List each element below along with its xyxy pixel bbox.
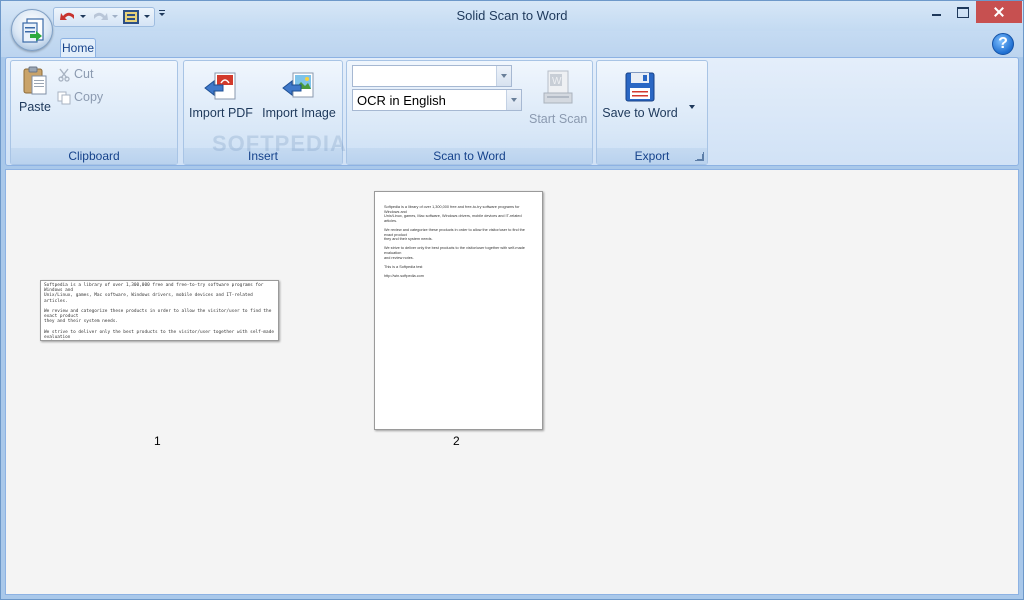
app-logo-icon [22, 18, 44, 43]
minimize-button[interactable] [923, 1, 949, 23]
scan-quick-dropdown-icon[interactable] [144, 15, 150, 18]
chevron-down-icon[interactable] [506, 90, 521, 110]
ribbon: Paste Cut Copy Clipboard Import PDF Impo… [5, 57, 1019, 166]
import-image-button[interactable]: Import Image [260, 71, 338, 120]
group-clipboard: Paste Cut Copy Clipboard [10, 60, 178, 165]
chevron-down-icon[interactable] [496, 66, 511, 86]
export-label-text: Export [634, 149, 670, 163]
paste-label: Paste [19, 100, 51, 114]
ribbon-tab-row: Home [1, 31, 1023, 58]
group-export: Save to Word Export [596, 60, 708, 165]
page-thumbnail-area[interactable]: Softpedia is a library of over 1,300,000… [5, 169, 1019, 595]
scan-quick-button[interactable] [122, 9, 140, 25]
undo-icon [60, 12, 74, 20]
page-2-text: Softpedia is a library of over 1,300,000… [384, 205, 525, 278]
page-number-2: 2 [453, 434, 460, 448]
import-image-label: Import Image [262, 106, 336, 120]
import-pdf-button[interactable]: Import PDF [188, 71, 254, 120]
page-thumbnail-1[interactable]: Softpedia is a library of over 1,300,000… [40, 280, 279, 341]
undo-button[interactable] [59, 9, 77, 25]
copy-button[interactable]: Copy [57, 90, 103, 105]
copy-label: Copy [74, 90, 104, 104]
import-pdf-icon [204, 72, 236, 100]
save-options-dropdown-icon[interactable] [689, 105, 695, 109]
copy-icon [57, 91, 71, 105]
redo-dropdown-icon[interactable] [112, 15, 118, 18]
ocr-language-value: OCR in English [357, 93, 446, 108]
scanner-select[interactable] [352, 65, 512, 87]
scissors-icon [58, 68, 70, 82]
paste-icon [23, 66, 47, 95]
import-image-icon [282, 72, 314, 98]
start-scan-button[interactable]: W Start Scan [529, 69, 587, 126]
floppy-disk-icon [625, 72, 655, 102]
help-icon: ? [998, 35, 1008, 52]
cut-button[interactable]: Cut [57, 67, 93, 82]
group-label-clipboard: Clipboard [11, 148, 177, 164]
redo-button[interactable] [91, 9, 109, 25]
start-scan-icon: W [543, 70, 573, 104]
customize-qat-icon[interactable] [158, 10, 166, 20]
save-to-word-label: Save to Word [602, 106, 678, 120]
page-1-text: Softpedia is a library of over 1,300,000… [44, 283, 274, 341]
save-to-word-button[interactable]: Save to Word [599, 71, 681, 120]
start-scan-label: Start Scan [529, 112, 588, 126]
undo-dropdown-icon[interactable] [80, 15, 86, 18]
paste-button[interactable]: Paste [15, 65, 55, 114]
cut-label: Cut [74, 67, 94, 81]
redo-icon [94, 12, 108, 20]
softpedia-watermark: SOFTPEDIA [212, 131, 347, 156]
maximize-button[interactable] [949, 1, 975, 23]
group-label-export: Export [597, 148, 707, 164]
svg-text:W: W [552, 76, 562, 87]
tab-home[interactable]: Home [60, 38, 96, 58]
help-button[interactable]: ? [992, 33, 1014, 55]
page-number-1: 1 [154, 434, 161, 448]
scanner-icon [123, 10, 139, 24]
application-menu-button[interactable] [11, 9, 53, 51]
page-thumbnail-2[interactable]: Softpedia is a library of over 1,300,000… [374, 191, 543, 430]
quick-access-toolbar [53, 7, 155, 27]
app-window: Solid Scan to Word Home ? Paste Cut Copy… [0, 0, 1024, 600]
group-label-scan-to-word: Scan to Word [347, 148, 592, 164]
import-pdf-label: Import PDF [189, 106, 253, 120]
group-scan-to-word: OCR in English W Start Scan Scan to Word [346, 60, 593, 165]
ocr-language-select[interactable]: OCR in English [352, 89, 522, 111]
dialog-launcher-icon[interactable] [695, 152, 704, 161]
title-bar: Solid Scan to Word [1, 1, 1023, 31]
close-button[interactable] [976, 1, 1022, 23]
